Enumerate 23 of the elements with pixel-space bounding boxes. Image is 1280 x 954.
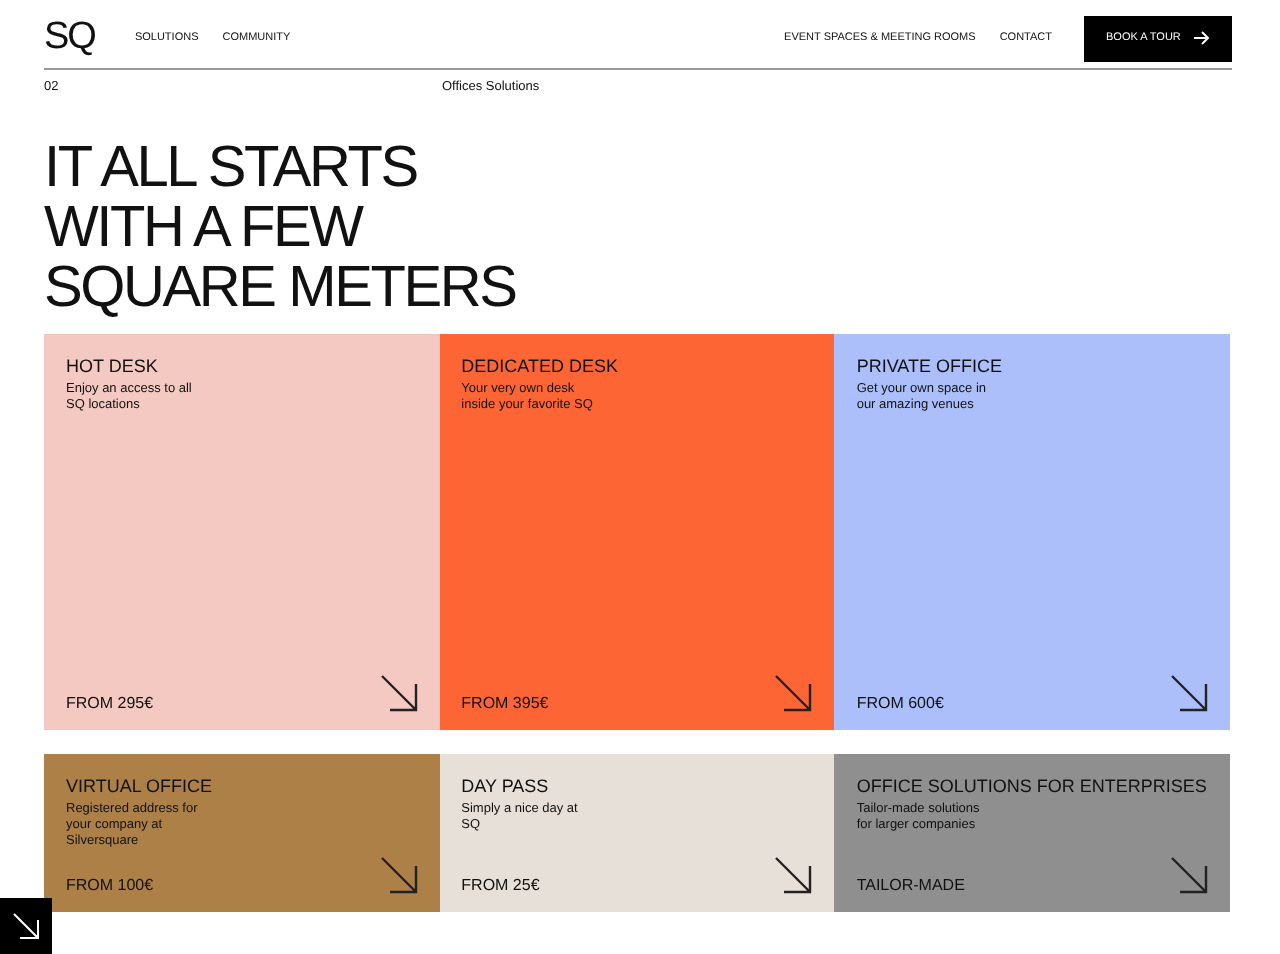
arrow-down-right-icon	[12, 912, 40, 940]
logo[interactable]: SQ	[44, 16, 95, 60]
arrow-right-icon	[1194, 30, 1210, 46]
card-title: DAY PASS	[461, 776, 551, 796]
arrow-down-right-icon	[774, 674, 813, 712]
card-price: FROM 25€	[461, 876, 540, 894]
card-price: TAILOR-MADE	[856, 876, 965, 894]
card-price: FROM 100€	[66, 876, 154, 894]
arrow-down-right-icon	[774, 856, 813, 894]
arrow-down-right-icon	[379, 856, 418, 894]
card-price: FROM 600€	[856, 694, 944, 712]
card-price: FROM 295€	[66, 694, 154, 712]
scroll-button[interactable]	[0, 898, 52, 954]
arrow-down-right-icon	[1170, 856, 1208, 894]
arrow-down-right-icon	[379, 674, 418, 712]
headline: IT ALL STARTS WITH A FEW SQUARE METERS	[44, 138, 518, 318]
card-price: FROM 395€	[461, 694, 549, 712]
card-title: PRIVATE OFFICE	[856, 356, 1005, 376]
card-title: HOT DESK	[66, 356, 160, 376]
card-title: OFFICE SOLUTIONS FOR ENTERPRISES	[856, 776, 1208, 796]
arrow-down-right-icon	[1170, 674, 1208, 712]
card-title: DEDICATED DESK	[461, 356, 621, 376]
card-title: VIRTUAL OFFICE	[66, 776, 215, 796]
